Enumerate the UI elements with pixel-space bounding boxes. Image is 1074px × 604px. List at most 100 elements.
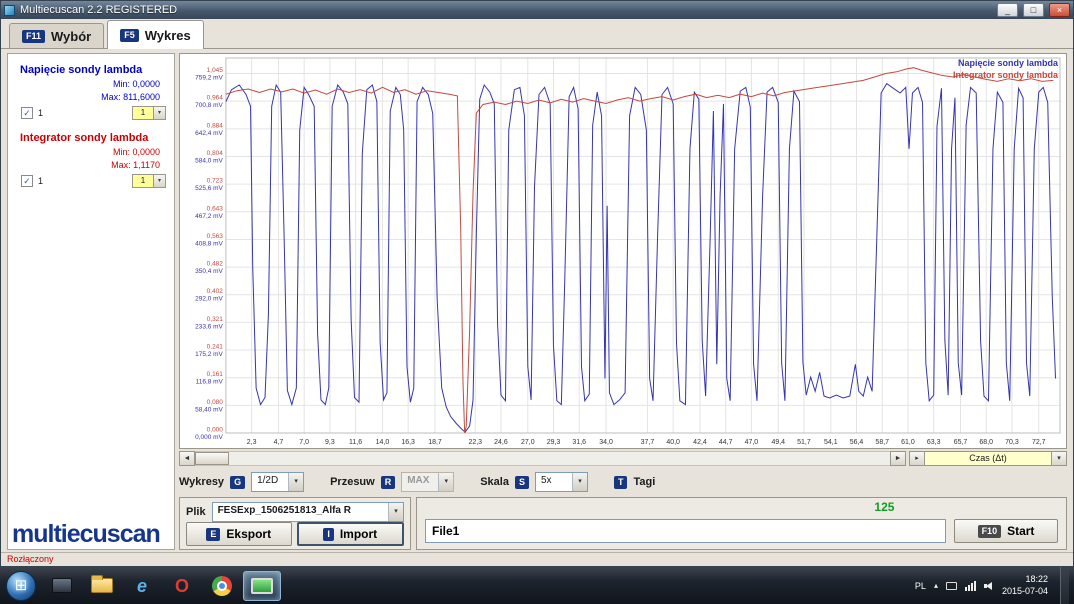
- skala-label: Skala: [480, 476, 509, 488]
- f11-key-badge: F11: [22, 30, 45, 43]
- channel-label: 1: [38, 108, 43, 118]
- legend-integrator: Integrator sondy lambda: [953, 69, 1058, 81]
- svg-text:292,0 mV: 292,0 mV: [195, 296, 223, 303]
- f5-key-badge: F5: [120, 29, 139, 42]
- svg-text:22,3: 22,3: [468, 439, 482, 446]
- scroll-track[interactable]: [195, 451, 890, 466]
- taskbar-icon-window[interactable]: [43, 571, 81, 601]
- time-axis-combo: ▸ Czas (Δt) ▾: [909, 451, 1067, 466]
- f10-key-badge: F10: [978, 525, 1002, 538]
- channel-dropdown[interactable]: 1 ▾: [132, 106, 166, 120]
- chart-area: 2,34,77,09,311,614,016,318,722,324,627,0…: [179, 53, 1067, 449]
- svg-text:14,0: 14,0: [376, 439, 390, 446]
- signal-max: Max: 811,6000: [8, 91, 160, 104]
- import-label: Import: [340, 527, 377, 541]
- t-key-badge: T: [614, 476, 628, 489]
- tab-wykres-label: Wykres: [145, 28, 191, 43]
- channel-row: ✓ 1 1 ▾: [21, 106, 166, 120]
- app-logo: multiecuscan: [12, 520, 160, 549]
- taskbar-icon-ie[interactable]: e: [123, 571, 161, 601]
- svg-text:54,1: 54,1: [824, 439, 838, 446]
- taskbar-icon-chrome[interactable]: [203, 571, 241, 601]
- time-axis-label[interactable]: Czas (Δt): [925, 451, 1051, 466]
- main-area: Napięcie sondy lambda Min: 0,0000 Max: 8…: [1, 49, 1073, 552]
- channel-dropdown[interactable]: 1 ▾: [132, 174, 166, 188]
- channel-row: ✓ 1 1 ▾: [21, 174, 166, 188]
- file-name-input[interactable]: [425, 519, 946, 543]
- chart-legend: Napięcie sondy lambda Integrator sondy l…: [953, 57, 1058, 81]
- display-tray-icon[interactable]: [946, 582, 957, 590]
- eksport-button[interactable]: E Eksport: [186, 522, 292, 546]
- taskbar-icon-explorer[interactable]: [83, 571, 121, 601]
- svg-text:37,7: 37,7: [641, 439, 655, 446]
- import-button[interactable]: I Import: [297, 522, 405, 546]
- svg-text:24,6: 24,6: [494, 439, 508, 446]
- status-bar: Rozłączony: [1, 552, 1073, 566]
- svg-text:233,6 mV: 233,6 mV: [195, 323, 223, 330]
- svg-text:0,804: 0,804: [207, 150, 224, 157]
- scroll-right-button[interactable]: ►: [890, 451, 906, 466]
- wykresy-select[interactable]: 1/2D ▾: [251, 472, 304, 492]
- signal-name: Integrator sondy lambda: [8, 132, 174, 144]
- tagi-button[interactable]: Tagi: [633, 476, 655, 488]
- svg-text:0,080: 0,080: [207, 399, 224, 406]
- svg-text:759,2 mV: 759,2 mV: [195, 75, 223, 82]
- volume-icon[interactable]: [984, 581, 994, 591]
- svg-text:70,3: 70,3: [1005, 439, 1019, 446]
- windows-start-button[interactable]: ⊞: [6, 571, 36, 601]
- svg-text:61,0: 61,0: [901, 439, 915, 446]
- svg-text:58,40 mV: 58,40 mV: [195, 406, 223, 413]
- chart-controls: Wykresy G 1/2D ▾ Przesuw R MAX ▾ Skala S…: [179, 471, 1067, 493]
- signal-minmax: Min: 0,0000 Max: 811,6000: [8, 78, 174, 103]
- svg-text:42,4: 42,4: [693, 439, 707, 446]
- przesuw-select[interactable]: MAX ▾: [401, 472, 454, 492]
- signal-checkbox[interactable]: ✓: [21, 107, 33, 119]
- svg-text:58,7: 58,7: [875, 439, 889, 446]
- minimize-button[interactable]: _: [997, 3, 1018, 17]
- svg-text:1,045: 1,045: [207, 67, 224, 74]
- time-axis-dropdown[interactable]: ▾: [1051, 451, 1067, 466]
- show-hidden-icons[interactable]: ▴: [934, 581, 938, 590]
- chart-plot[interactable]: 2,34,77,09,311,614,016,318,722,324,627,0…: [180, 54, 1066, 448]
- chevron-down-icon: ▾: [572, 473, 587, 491]
- signal-checkbox[interactable]: ✓: [21, 175, 33, 187]
- svg-text:7,0: 7,0: [299, 439, 309, 446]
- app-icon: [4, 5, 15, 16]
- show-desktop-button[interactable]: [1060, 567, 1069, 604]
- scroll-thumb[interactable]: [195, 452, 229, 465]
- window-title: Multiecuscan 2.2 REGISTERED: [20, 4, 992, 16]
- tab-wybor[interactable]: F11 Wybór: [9, 23, 104, 48]
- svg-text:40,0: 40,0: [666, 439, 680, 446]
- scroll-left-button[interactable]: ◄: [179, 451, 195, 466]
- system-tray: PL ▴ 18:22 2015-07-04: [915, 567, 1072, 604]
- svg-text:44,7: 44,7: [719, 439, 733, 446]
- eksport-label: Eksport: [226, 527, 271, 541]
- window-icon: [52, 578, 72, 593]
- clock[interactable]: 18:22 2015-07-04: [1002, 574, 1048, 597]
- time-axis-arrow-icon[interactable]: ▸: [909, 451, 925, 466]
- svg-text:0,482: 0,482: [207, 261, 224, 268]
- svg-text:16,3: 16,3: [401, 439, 415, 446]
- svg-text:4,7: 4,7: [274, 439, 284, 446]
- signal-min: Min: 0,0000: [8, 146, 160, 159]
- tab-wybor-label: Wybór: [51, 29, 91, 44]
- signal-sidebar: Napięcie sondy lambda Min: 0,0000 Max: 8…: [7, 53, 175, 550]
- taskbar-icon-opera[interactable]: O: [163, 571, 201, 601]
- przesuw-value: MAX: [402, 473, 438, 491]
- start-button[interactable]: F10 Start: [954, 519, 1058, 543]
- taskbar: ⊞ eO PL ▴ 18:22 2015-07-04: [0, 567, 1074, 604]
- svg-text:467,2 mV: 467,2 mV: [195, 213, 223, 220]
- language-indicator[interactable]: PL: [915, 581, 926, 591]
- close-button[interactable]: ×: [1049, 3, 1070, 17]
- skala-select[interactable]: 5x ▾: [535, 472, 588, 492]
- svg-text:34,0: 34,0: [599, 439, 613, 446]
- ie-icon: e: [137, 577, 147, 595]
- signal-max: Max: 1,1170: [8, 159, 160, 172]
- network-icon[interactable]: [965, 581, 976, 591]
- maximize-button[interactable]: □: [1023, 3, 1044, 17]
- tab-wykres[interactable]: F5 Wykres: [107, 20, 204, 49]
- svg-text:47,0: 47,0: [745, 439, 759, 446]
- file-select[interactable]: FESExp_1506251813_Alfa R ▾: [212, 502, 404, 522]
- tray-date: 2015-07-04: [1002, 586, 1048, 598]
- taskbar-icon-multiecuscan[interactable]: [243, 571, 281, 601]
